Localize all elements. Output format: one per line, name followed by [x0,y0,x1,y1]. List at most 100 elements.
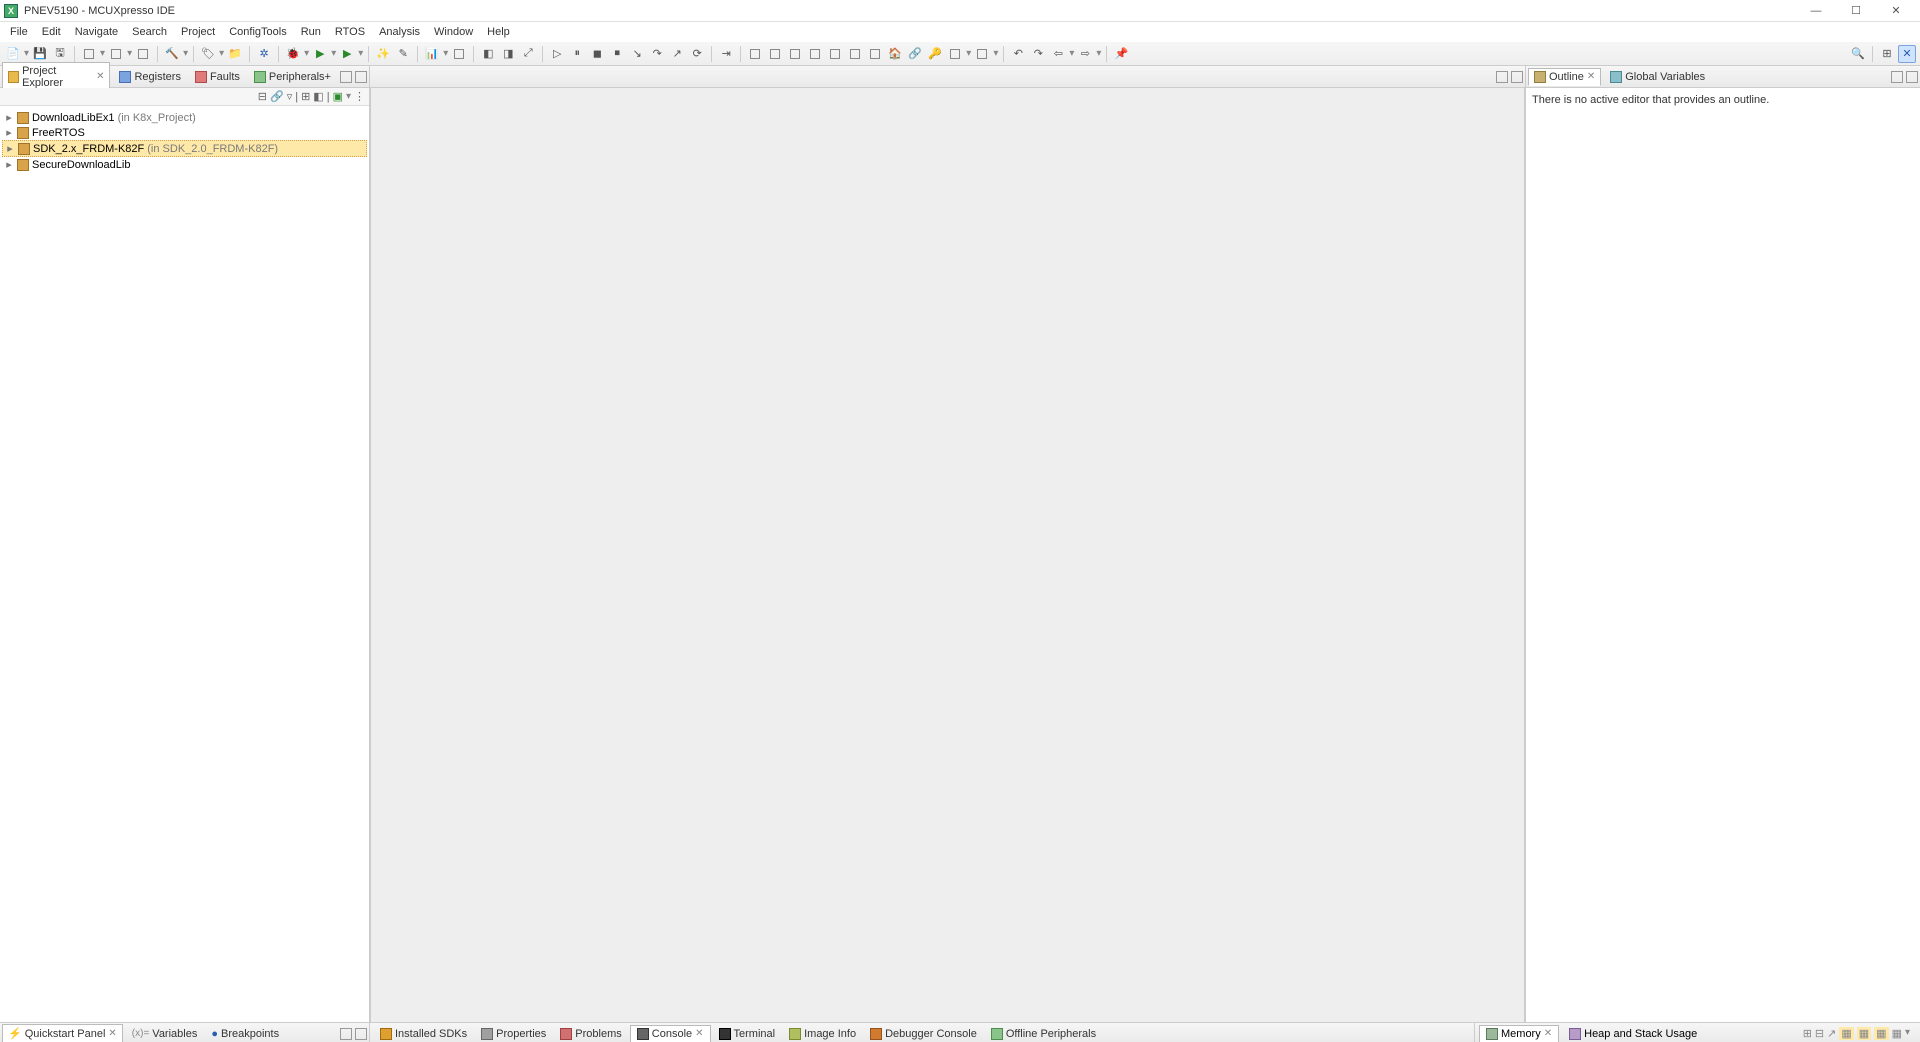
menu-window[interactable]: Window [428,24,479,40]
menu-project[interactable]: Project [175,24,221,40]
back-icon[interactable]: ⇦ [1049,45,1067,63]
stop-icon[interactable]: ◼ [588,45,606,63]
key-icon[interactable]: 🔑 [926,45,944,63]
tab-registers[interactable]: Registers [114,69,185,85]
tree-item[interactable]: ▸FreeRTOS [2,125,367,140]
tab-image-info[interactable]: Image Info [783,1026,862,1042]
save-icon[interactable]: 💾 [31,45,49,63]
new-icon[interactable]: 📄 [4,45,22,63]
tool-icon-10[interactable] [846,45,864,63]
expand-icon[interactable]: ⤢ [519,45,537,63]
tool-icon-3[interactable] [134,45,152,63]
mem-tool-icon-3[interactable]: ↗ [1827,1027,1836,1040]
link-editor-icon[interactable]: 🔗 [270,90,284,103]
tab-peripherals[interactable]: Peripherals+ [249,69,336,85]
tree-item[interactable]: ▸DownloadLibEx1 (in K8x_Project) [2,110,367,125]
tab-project-explorer[interactable]: Project Explorer✕ [2,62,110,92]
tool-icon-9[interactable] [826,45,844,63]
wand-icon[interactable]: ✨ [374,45,392,63]
run-last-icon[interactable]: ▶ [338,45,356,63]
menu-analysis[interactable]: Analysis [373,24,426,40]
tree-item[interactable]: ▸SecureDownloadLib [2,157,367,172]
folder-icon[interactable]: 📁 [226,45,244,63]
expand-icon[interactable]: ▸ [4,158,14,171]
mem-tool-icon-2[interactable]: ⊟ [1815,1027,1824,1040]
tab-memory[interactable]: Memory✕ [1479,1025,1559,1042]
tab-heap-stack[interactable]: Heap and Stack Usage [1563,1026,1703,1042]
disconnect-icon[interactable]: ⏹ [608,45,626,63]
tool-icon-8[interactable] [806,45,824,63]
tab-debugger-console[interactable]: Debugger Console [864,1026,983,1042]
menu-icon[interactable]: ▣ [333,90,343,103]
maximize-pane-icon[interactable] [355,1028,367,1040]
pin-icon[interactable]: 📌 [1112,45,1130,63]
tool-icon-2[interactable] [107,45,125,63]
focus-icon[interactable]: ⊞ [301,90,310,103]
search-toolbar-icon[interactable]: 🔍 [1849,45,1867,63]
maximize-pane-icon[interactable] [355,71,367,83]
maximize-editor-icon[interactable] [1511,71,1523,83]
tab-properties[interactable]: Properties [475,1026,552,1042]
menu-file[interactable]: File [4,24,34,40]
menu-help[interactable]: Help [481,24,516,40]
close-tab-icon[interactable]: ✕ [108,1028,116,1039]
mem-tool-icon-5[interactable]: ▦ [1857,1027,1871,1040]
saveall-icon[interactable]: 🖫 [51,45,69,63]
redo-icon[interactable]: ↷ [1029,45,1047,63]
tab-offline-peripherals[interactable]: Offline Peripherals [985,1026,1102,1042]
tool-icon-11[interactable] [866,45,884,63]
stepout-icon[interactable]: ↗ [668,45,686,63]
minimize-editor-icon[interactable] [1496,71,1508,83]
minimize-button[interactable]: — [1796,1,1836,21]
close-tab-icon[interactable]: ✕ [1587,71,1595,82]
tree-item[interactable]: ▸SDK_2.x_FRDM-K82F (in SDK_2.0_FRDM-K82F… [2,140,367,157]
tab-global-variables[interactable]: Global Variables [1605,69,1710,85]
tab-breakpoints[interactable]: ●Breakpoints [206,1026,284,1042]
close-tab-icon[interactable]: ✕ [695,1028,703,1039]
expand-icon[interactable]: ▸ [4,126,14,139]
close-button[interactable]: ✕ [1876,1,1916,21]
debug-icon[interactable]: 🐞 [284,45,302,63]
perspective-icon[interactable]: ⊞ [1878,45,1896,63]
dropdown-icon-2[interactable] [973,45,991,63]
menu-run[interactable]: Run [295,24,327,40]
view-menu-icon[interactable]: ⋮ [354,90,365,103]
tab-terminal[interactable]: Terminal [713,1026,782,1042]
tab-installed-sdks[interactable]: Installed SDKs [374,1026,473,1042]
fwd-icon[interactable]: ⇨ [1076,45,1094,63]
maximize-pane-icon[interactable] [1906,71,1918,83]
tab-variables[interactable]: (x)=Variables [127,1026,203,1042]
minimize-pane-icon[interactable] [1891,71,1903,83]
minimize-pane-icon[interactable] [340,1028,352,1040]
tab-faults[interactable]: Faults [190,69,245,85]
menu-edit[interactable]: Edit [36,24,67,40]
mem-tool-icon[interactable]: ⊞ [1803,1027,1812,1040]
tool-icon-4[interactable] [450,45,468,63]
minimize-pane-icon[interactable] [340,71,352,83]
tab-console[interactable]: Console✕ [630,1025,711,1042]
gear-icon[interactable]: ✲ [255,45,273,63]
tool-icon-7[interactable] [786,45,804,63]
tool-icon[interactable] [80,45,98,63]
undo-icon[interactable]: ↶ [1009,45,1027,63]
tool-icon-6[interactable] [766,45,784,63]
expand-icon[interactable]: ▸ [4,111,14,124]
menu-search[interactable]: Search [126,24,173,40]
toggle-icon-2[interactable]: ◨ [499,45,517,63]
tool-icon[interactable]: ◧ [313,90,323,103]
link-icon[interactable]: 🔗 [906,45,924,63]
expand-icon[interactable]: ▸ [5,142,15,155]
stepinto-icon[interactable]: ↘ [628,45,646,63]
run-icon[interactable]: ▶ [311,45,329,63]
tab-outline[interactable]: Outline✕ [1528,68,1601,86]
tag-icon[interactable]: 🏷 [199,45,217,63]
menu-configtools[interactable]: ConfigTools [223,24,292,40]
tool-icon-5[interactable] [746,45,764,63]
mem-tool-icon-7[interactable]: ▦ [1892,1027,1902,1040]
collapse-all-icon[interactable]: ⊟ [258,90,267,103]
profile-icon[interactable]: 📊 [423,45,441,63]
menu-rtos[interactable]: RTOS [329,24,371,40]
menu-navigate[interactable]: Navigate [69,24,124,40]
filter-icon[interactable]: ▿ [287,90,293,103]
close-tab-icon[interactable]: ✕ [96,71,104,82]
